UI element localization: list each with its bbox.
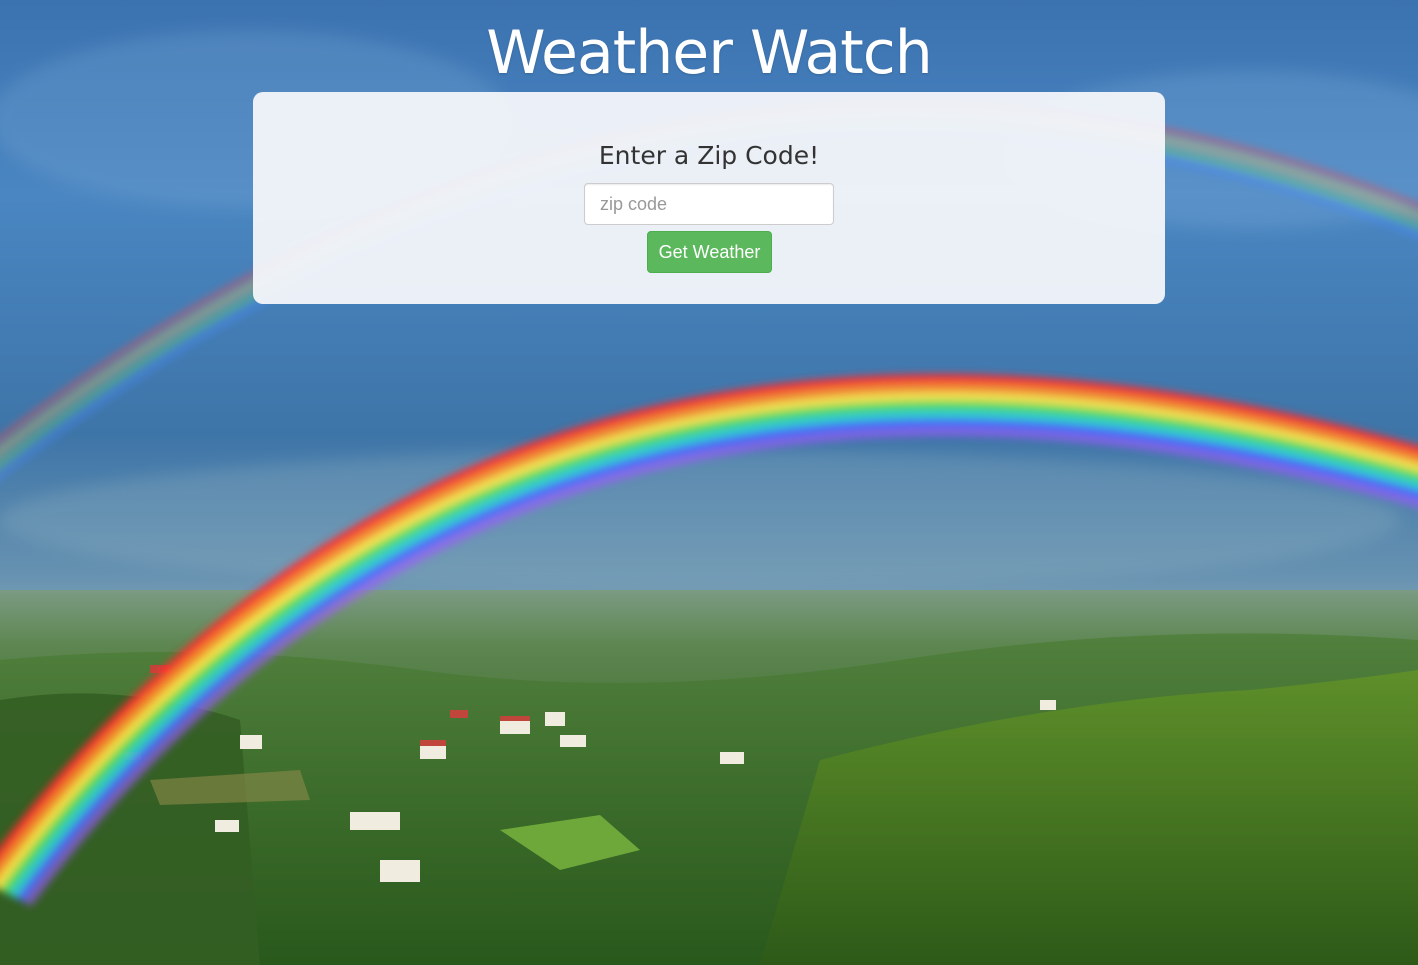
app-title: Weather Watch xyxy=(486,18,933,88)
zip-code-input[interactable] xyxy=(584,183,834,225)
get-weather-button[interactable]: Get Weather xyxy=(647,231,772,273)
page: Weather Watch Enter a Zip Code! Get Weat… xyxy=(0,0,1418,965)
zip-prompt: Enter a Zip Code! xyxy=(598,141,820,170)
zip-form-card: Enter a Zip Code! Get Weather xyxy=(253,92,1165,304)
